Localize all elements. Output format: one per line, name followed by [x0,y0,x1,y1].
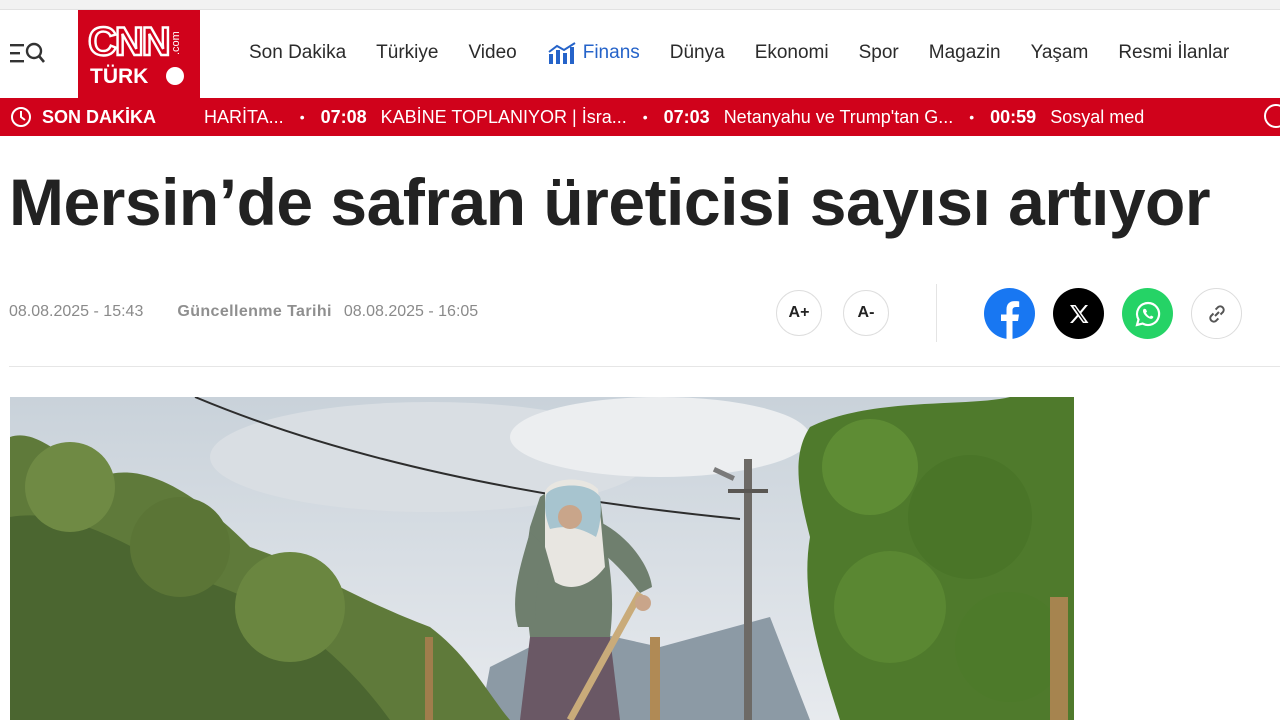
article-meta: 08.08.2025 - 15:43 Güncellenme Tarihi 08… [9,300,478,324]
nav-item-ekonomi[interactable]: Ekonomi [755,42,829,64]
ticker-item[interactable]: KABİNE TOPLANIYOR | İsra... [381,107,627,128]
link-icon [1208,304,1225,323]
finance-chart-icon [548,42,576,64]
cnn-turk-logo[interactable]: CNN .com TÜRK [78,10,200,98]
ticker-separator: • [299,109,305,125]
clock-icon [11,107,31,127]
ticker-time: 07:03 [663,106,710,127]
logo-cnn-text: CNN [88,20,169,64]
divider [936,284,937,342]
meta-divider [9,366,1280,367]
nav-item-finans-label: Finans [582,42,640,63]
nav-item-dunya[interactable]: Dünya [670,42,725,64]
facebook-icon [1001,301,1020,339]
nav-item-spor[interactable]: Spor [859,42,899,64]
main-nav: Son Dakika Türkiye Video Finans Dünya Ek… [234,38,1244,68]
x-icon [1069,304,1088,323]
breaking-news-label[interactable]: SON DAKİKA [10,98,156,136]
updated-date: 08.08.2025 - 16:05 [343,303,479,320]
article-title: Mersin’de safran üreticisi sayısı artıyo… [9,165,1211,239]
ticker-item[interactable]: HARİTA... [204,107,284,128]
font-decrease-button[interactable]: A- [843,290,889,336]
logo-com-text: .com [170,31,182,55]
ticker-item[interactable]: Sosyal med [1050,107,1144,128]
menu-search-icon[interactable] [8,38,48,70]
top-strip [0,0,1280,10]
ticker-item[interactable]: Netanyahu ve Trump'tan G... [724,107,954,128]
breaking-news-bar: SON DAKİKA HARİTA... • 07:08 KABİNE TOPL… [0,98,1280,136]
nav-item-resmi-ilanlar[interactable]: Resmi İlanlar [1118,42,1229,64]
nav-item-yasam[interactable]: Yaşam [1031,42,1089,64]
ticker-separator: • [642,109,648,125]
font-increase-button[interactable]: A+ [776,290,822,336]
nav-item-turkiye[interactable]: Türkiye [376,42,438,64]
x-share-button[interactable] [1053,288,1104,339]
facebook-share-button[interactable] [984,288,1035,339]
nav-item-video[interactable]: Video [468,42,516,64]
article-lead-image [10,397,1074,720]
ticker-track: HARİTA... • 07:08 KABİNE TOPLANIYOR | İs… [204,98,1144,136]
published-date: 08.08.2025 - 15:43 [9,303,144,320]
logo-turk-text: TÜRK [90,65,148,88]
ticker-time: 00:59 [990,106,1037,127]
whatsapp-icon [1134,301,1160,327]
ticker-time: 07:08 [320,106,367,127]
whatsapp-share-button[interactable] [1122,288,1173,339]
breaking-news-label-text: SON DAKİKA [42,106,157,127]
nav-item-magazin[interactable]: Magazin [929,42,1001,64]
copy-link-button[interactable] [1191,288,1242,339]
updated-label: Güncellenme Tarihi [177,303,332,320]
nav-item-son-dakika[interactable]: Son Dakika [249,42,346,64]
nav-item-finans[interactable]: Finans [547,42,640,64]
ticker-separator: • [969,109,975,125]
